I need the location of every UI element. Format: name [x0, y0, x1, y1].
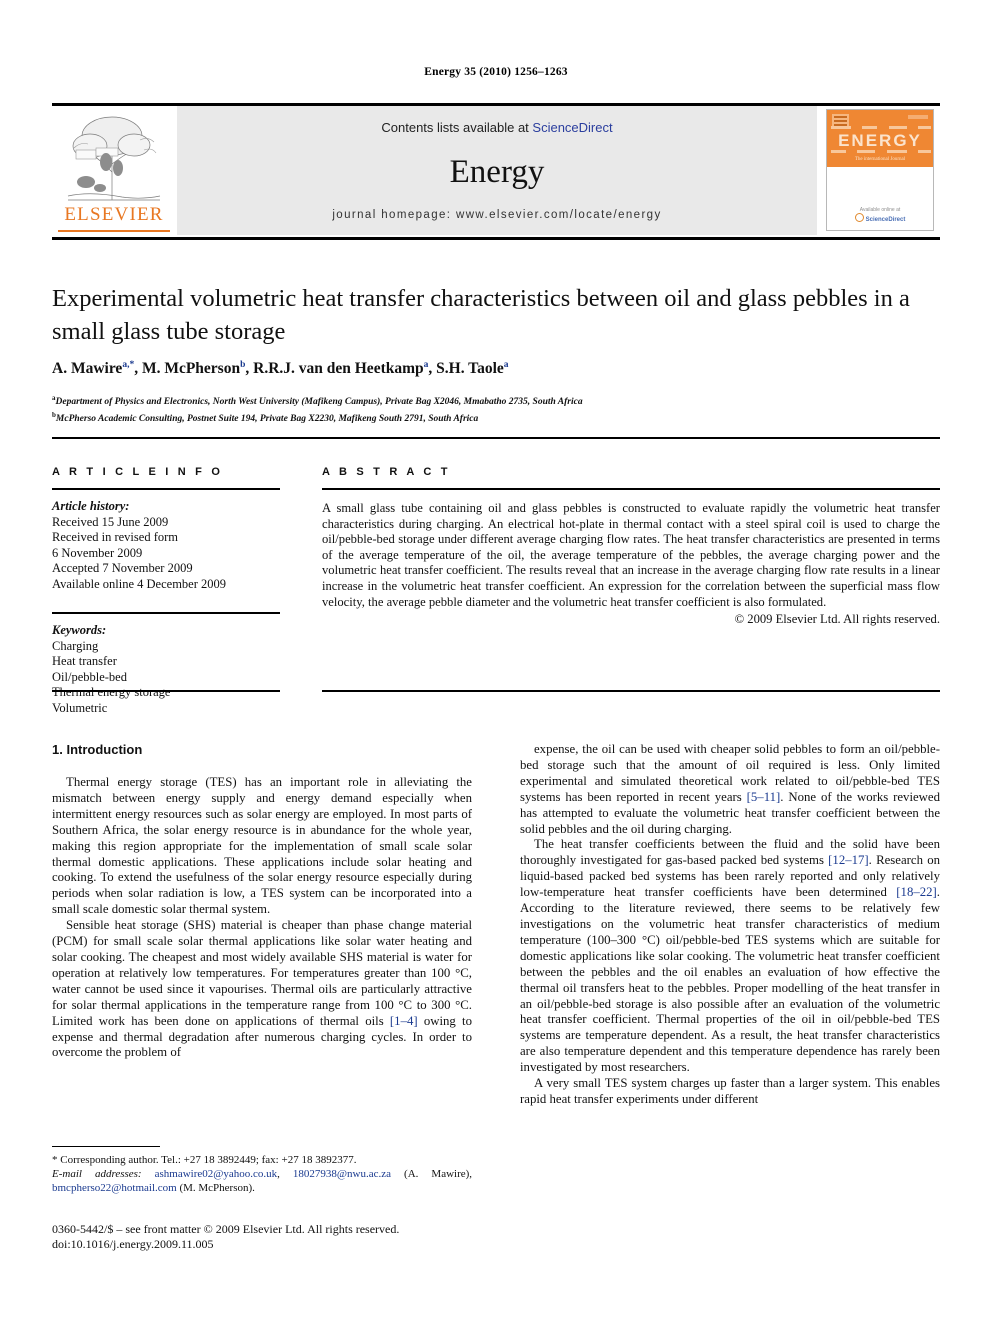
- body-column-left: 1. Introduction Thermal energy storage (…: [52, 742, 472, 1061]
- contents-available-line: Contents lists available at ScienceDirec…: [177, 120, 817, 135]
- author-3-name: S.H. Taole: [436, 360, 504, 378]
- article-info-rule: [52, 488, 280, 490]
- footnote-block: * Corresponding author. Tel.: +27 18 389…: [52, 1146, 472, 1195]
- history-item-1: Received in revised form: [52, 530, 178, 544]
- paragraph: Sensible heat storage (SHS) material is …: [52, 918, 472, 1060]
- affiliation-list: aDepartment of Physics and Electronics, …: [52, 392, 932, 426]
- issn-front-matter: 0360-5442/$ – see front matter © 2009 El…: [52, 1222, 400, 1236]
- keyword-2: Oil/pebble-bed: [52, 669, 127, 684]
- elsevier-tree-icon: [60, 112, 166, 204]
- keyword-1: Heat transfer: [52, 654, 117, 668]
- cover-white-area: Available online at ScienceDirect: [827, 167, 933, 230]
- cover-journal-title: ENERGY: [838, 131, 922, 150]
- author-0-name: A. Mawire: [52, 360, 123, 378]
- article-info-column: A R T I C L E I N F O Article history: R…: [52, 466, 280, 716]
- paragraph: A very small TES system charges up faste…: [520, 1076, 940, 1106]
- elsevier-underline: [58, 230, 170, 232]
- keyword-4: Volumetric: [52, 700, 108, 715]
- history-item-0: Received 15 June 2009: [52, 514, 169, 529]
- article-history: Article history: Received 15 June 2009 R…: [52, 499, 280, 592]
- sciencedirect-logo-icon: [854, 213, 864, 222]
- section-heading-introduction: 1. Introduction: [52, 742, 143, 757]
- footnote-rule: [52, 1146, 160, 1147]
- title-top-rule: [52, 237, 940, 240]
- page-title: Experimental volumetric heat transfer ch…: [52, 285, 910, 345]
- author-list: A. Mawirea,*, M. McPhersonb, R.R.J. van …: [52, 360, 509, 378]
- paragraph: expense, the oil can be used with cheape…: [520, 742, 940, 836]
- contents-prefix: Contents lists available at: [381, 120, 533, 135]
- cover-sciencedirect-mark: Available online at ScienceDirect: [827, 207, 933, 223]
- keyword-3: Thermal energy storage: [52, 685, 171, 699]
- keywords-rule: [52, 612, 280, 614]
- abstract-copyright: © 2009 Elsevier Ltd. All rights reserved…: [734, 612, 940, 627]
- journal-cover: ENERGY The international Journal Availab…: [818, 106, 940, 235]
- article-info-heading: A R T I C L E I N F O: [52, 466, 224, 478]
- email-link-3[interactable]: bmcpherso22@hotmail.com: [52, 1182, 177, 1194]
- affiliation-b: bMcPherso Academic Consulting, Postnet S…: [52, 409, 932, 426]
- author-1-marks: b: [240, 360, 246, 370]
- running-head: Energy 35 (2010) 1256–1263: [424, 66, 568, 78]
- history-item-3: Accepted 7 November 2009: [52, 561, 193, 575]
- keyword-0: Charging: [52, 638, 99, 653]
- keywords-block: Keywords: Charging Heat transfer Oil/peb…: [52, 623, 280, 716]
- paragraph: Thermal energy storage (TES) has an impo…: [52, 775, 472, 917]
- cover-keyword-row-bottom: [831, 150, 931, 153]
- cover-subtitle: The international Journal: [854, 157, 906, 162]
- abstract-column: A B S T R A C T A small glass tube conta…: [322, 466, 940, 627]
- title-bottom-rule: [52, 437, 940, 439]
- history-item-4: Available online 4 December 2009: [52, 576, 227, 591]
- imprint-block: 0360-5442/$ – see front matter © 2009 El…: [52, 1222, 492, 1252]
- email-sep-1: ,: [277, 1168, 293, 1180]
- journal-homepage-line[interactable]: journal homepage: www.elsevier.com/locat…: [177, 209, 817, 221]
- abstract-bottom-rule: [322, 690, 940, 692]
- author-2-name: R.R.J. van den Heetkamp: [253, 360, 424, 378]
- email-owner-2: (M. McPherson).: [179, 1182, 255, 1194]
- affiliation-b-text: McPherso Academic Consulting, Postnet Su…: [55, 414, 479, 425]
- abstract-rule: [322, 488, 940, 490]
- info-bottom-rule: [52, 690, 280, 692]
- article-first-page: Energy 35 (2010) 1256–1263 ELSEVIER Cont…: [0, 0, 992, 1323]
- paragraph: The heat transfer coefficients between t…: [520, 837, 940, 1075]
- elsevier-wordmark: ELSEVIER: [64, 204, 164, 225]
- author-3-marks: a: [503, 360, 509, 370]
- journal-masthead: ELSEVIER Contents lists available at Sci…: [52, 103, 940, 235]
- cover-issn-code: [908, 115, 928, 119]
- corresponding-author-note: * Corresponding author. Tel.: +27 18 389…: [52, 1154, 357, 1166]
- journal-cover-thumbnail: ENERGY The international Journal Availab…: [826, 109, 934, 231]
- email-link-1[interactable]: ashmawire02@yahoo.co.uk: [155, 1168, 278, 1180]
- author-2-marks: a: [423, 360, 429, 370]
- abstract-text: A small glass tube containing oil and gl…: [322, 501, 940, 609]
- keywords-label: Keywords:: [52, 623, 107, 637]
- email-addresses-note: E-mail addresses: ashmawire02@yahoo.co.u…: [52, 1167, 472, 1195]
- sciencedirect-link[interactable]: ScienceDirect: [532, 120, 612, 135]
- journal-panel: Contents lists available at ScienceDirec…: [176, 106, 818, 235]
- author-1-name: M. McPherson: [141, 360, 241, 378]
- cover-platform-name: ScienceDirect: [865, 217, 906, 223]
- cover-orange-band: ENERGY The international Journal: [827, 110, 933, 167]
- affiliation-a: aDepartment of Physics and Electronics, …: [52, 392, 932, 409]
- abstract-heading: A B S T R A C T: [322, 466, 451, 478]
- body-column-right: expense, the oil can be used with cheape…: [520, 742, 940, 1108]
- email-link-2[interactable]: 18027938@nwu.ac.za: [293, 1168, 391, 1180]
- elsevier-logo: ELSEVIER: [52, 106, 176, 235]
- doi-line: doi:10.1016/j.energy.2009.11.005: [52, 1237, 214, 1251]
- journal-title: Energy: [449, 154, 545, 190]
- cover-keyword-row-top: [831, 126, 931, 129]
- article-history-label: Article history:: [52, 499, 130, 513]
- affiliation-a-text: Department of Physics and Electronics, N…: [55, 397, 583, 408]
- email-owner-1: (A. Mawire),: [404, 1168, 473, 1180]
- author-0-marks: a,*: [122, 360, 135, 370]
- email-label: E-mail addresses:: [52, 1168, 142, 1180]
- history-item-2: 6 November 2009: [52, 545, 143, 560]
